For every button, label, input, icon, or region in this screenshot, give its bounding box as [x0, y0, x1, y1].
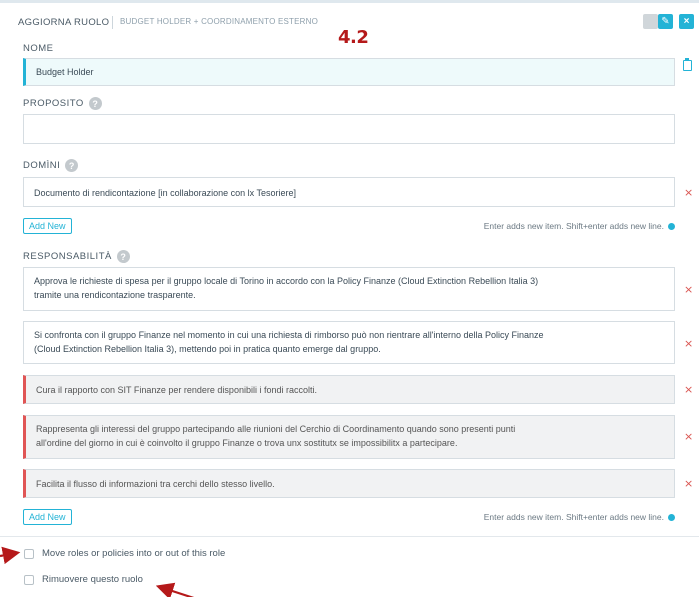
accountability-item-text: Rappresenta gli interessi del gruppo par… — [36, 424, 516, 448]
remove-role-option[interactable]: Rimuovere questo ruolo — [24, 574, 143, 585]
accountability-item-input-struck[interactable]: Cura il rapporto con SIT Finanze per ren… — [23, 375, 675, 404]
accountability-item-text: Cura il rapporto con SIT Finanze per ren… — [36, 385, 317, 395]
panel-title: AGGIORNA RUOLO — [18, 17, 110, 28]
grey-action-button[interactable] — [643, 14, 658, 29]
proposito-label-text: PROPOSITO — [23, 98, 84, 109]
nome-label-text: NOME — [23, 43, 54, 54]
purpose-input[interactable] — [23, 114, 675, 144]
domain-hint-text: Enter adds new item. Shift+enter adds ne… — [483, 221, 664, 231]
nome-label: NOME — [23, 43, 54, 54]
clipboard-icon[interactable] — [683, 58, 692, 71]
close-button[interactable]: × — [679, 14, 694, 29]
remove-role-label: Rimuovere questo ruolo — [42, 574, 143, 585]
add-domain-button[interactable]: Add New — [23, 218, 72, 234]
remove-domain-button[interactable]: × — [684, 186, 693, 199]
accountability-hint: Enter adds new item. Shift+enter adds ne… — [484, 512, 675, 522]
move-roles-checkbox[interactable] — [24, 548, 34, 559]
accountability-item-input[interactable]: Approva le richieste di spesa per il gru… — [23, 267, 675, 311]
responsabilita-label-text: RESPONSABILITÀ — [23, 251, 112, 262]
annotation-arrow-bottom — [155, 582, 195, 597]
close-icon: × — [683, 16, 690, 27]
domain-item-input[interactable]: Documento di rendicontazione [in collabo… — [23, 177, 675, 207]
remove-accountability-button[interactable]: × — [684, 337, 693, 350]
help-icon[interactable]: ? — [116, 250, 130, 263]
accountability-item-input-struck[interactable]: Rappresenta gli interessi del gruppo par… — [23, 415, 675, 459]
edit-button[interactable]: ✎ — [658, 14, 673, 29]
remove-accountability-button[interactable]: × — [684, 430, 693, 443]
domini-label: DOMÌNI ? — [23, 159, 79, 172]
section-divider — [0, 536, 699, 537]
domain-item-text: Documento di rendicontazione [in collabo… — [34, 188, 296, 198]
annotation-arrow-left — [0, 546, 21, 565]
accountability-hint-text: Enter adds new item. Shift+enter adds ne… — [483, 512, 664, 522]
move-roles-option[interactable]: Move roles or policies into or out of th… — [24, 548, 225, 559]
annotation-step-number: 4.2 — [338, 27, 369, 48]
accountability-item-text: Approva le richieste di spesa per il gru… — [34, 276, 539, 300]
proposito-label: PROPOSITO ? — [23, 97, 102, 110]
help-icon[interactable]: ? — [88, 97, 102, 110]
responsabilita-label: RESPONSABILITÀ ? — [23, 250, 130, 263]
domini-label-text: DOMÌNI — [23, 160, 61, 171]
name-input-value: Budget Holder — [36, 67, 94, 77]
accountability-item-text: Facilita il flusso di informazioni tra c… — [36, 479, 275, 489]
remove-accountability-button[interactable]: × — [684, 383, 693, 396]
remove-accountability-button[interactable]: × — [684, 477, 693, 490]
accountability-item-input[interactable]: Si confronta con il gruppo Finanze nel m… — [23, 321, 675, 364]
accountability-item-input-struck[interactable]: Facilita il flusso di informazioni tra c… — [23, 469, 675, 498]
panel-subtitle: BUDGET HOLDER + COORDINAMENTO ESTERNO — [120, 17, 319, 26]
header-divider — [112, 16, 113, 29]
move-roles-label: Move roles or policies into or out of th… — [42, 548, 226, 559]
remove-accountability-button[interactable]: × — [684, 283, 693, 296]
help-icon[interactable]: ? — [65, 159, 79, 172]
accountability-item-text: Si confronta con il gruppo Finanze nel m… — [34, 330, 544, 354]
name-input[interactable]: Budget Holder — [23, 58, 675, 86]
gear-icon[interactable] — [668, 513, 675, 521]
gear-icon[interactable] — [668, 222, 675, 230]
role-editor-panel: AGGIORNA RUOLO BUDGET HOLDER + COORDINAM… — [0, 0, 699, 597]
pencil-icon: ✎ — [661, 16, 670, 27]
domain-hint: Enter adds new item. Shift+enter adds ne… — [484, 221, 675, 231]
add-accountability-button[interactable]: Add New — [23, 509, 72, 525]
remove-role-checkbox[interactable] — [24, 574, 34, 585]
